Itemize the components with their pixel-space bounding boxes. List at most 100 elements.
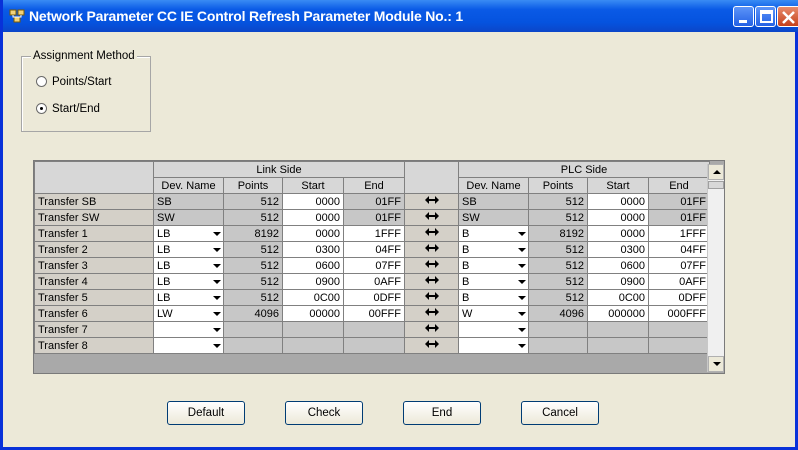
link-start-cell[interactable] [282, 321, 344, 338]
plc-points-cell: 512 [528, 289, 588, 306]
dropdown-arrow-icon[interactable] [518, 296, 526, 300]
plc-end-cell[interactable]: 000FFF [648, 305, 710, 322]
plc-start-cell[interactable]: 0600 [587, 257, 649, 274]
plc-start-cell[interactable]: 0C00 [587, 289, 649, 306]
scroll-thumb[interactable] [708, 181, 724, 189]
cancel-button[interactable]: Cancel [521, 401, 599, 425]
link-end-cell[interactable] [343, 337, 405, 354]
link-dev-name-cell[interactable]: LB [153, 289, 224, 306]
link-end-cell[interactable] [343, 321, 405, 338]
link-end-cell[interactable]: 04FF [343, 241, 405, 258]
plc-start-cell[interactable] [587, 321, 649, 338]
link-start-cell[interactable]: 00000 [282, 305, 344, 322]
radio-points-start-indicator[interactable] [36, 76, 47, 87]
plc-start-cell[interactable]: 0000 [587, 209, 649, 226]
link-dev-name-cell[interactable]: LB [153, 241, 224, 258]
link-dev-name-cell[interactable] [153, 321, 224, 338]
plc-dev-name-cell[interactable]: B [458, 273, 529, 290]
link-start-cell[interactable]: 0600 [282, 257, 344, 274]
plc-dev-name-cell[interactable]: B [458, 257, 529, 274]
plc-end-cell[interactable]: 04FF [648, 241, 710, 258]
link-end-cell[interactable]: 0AFF [343, 273, 405, 290]
plc-dev-name-cell[interactable] [458, 337, 529, 354]
dropdown-arrow-icon[interactable] [213, 312, 221, 316]
default-button[interactable]: Default [167, 401, 245, 425]
dropdown-arrow-icon[interactable] [518, 328, 526, 332]
plc-dev-name-cell[interactable]: B [458, 225, 529, 242]
minimize-icon [739, 20, 747, 23]
plc-dev-name-cell[interactable]: B [458, 289, 529, 306]
title-bar[interactable]: Network Parameter CC IE Control Refresh … [3, 0, 798, 32]
close-button[interactable] [777, 6, 798, 27]
link-dev-name-cell[interactable]: SB [153, 193, 224, 210]
link-start-cell[interactable]: 0000 [282, 209, 344, 226]
dropdown-arrow-icon[interactable] [213, 344, 221, 348]
scroll-up-button[interactable] [708, 164, 724, 180]
radio-start-end-indicator[interactable] [36, 103, 47, 114]
link-dev-name-cell[interactable]: LW [153, 305, 224, 322]
plc-start-cell[interactable]: 0300 [587, 241, 649, 258]
plc-start-cell[interactable]: 0000 [587, 225, 649, 242]
link-start-cell[interactable]: 0C00 [282, 289, 344, 306]
scroll-down-button[interactable] [708, 356, 724, 372]
dropdown-arrow-icon[interactable] [518, 280, 526, 284]
close-icon [782, 11, 795, 24]
dropdown-arrow-icon[interactable] [213, 264, 221, 268]
dropdown-arrow-icon[interactable] [213, 280, 221, 284]
link-points-cell: 512 [223, 241, 283, 258]
plc-start-cell[interactable]: 0900 [587, 273, 649, 290]
table-row: Transfer 8 [34, 337, 710, 354]
dropdown-arrow-icon[interactable] [213, 248, 221, 252]
dropdown-arrow-icon[interactable] [518, 232, 526, 236]
dropdown-arrow-icon[interactable] [518, 264, 526, 268]
bidirectional-arrow-cell [404, 273, 459, 290]
plc-end-cell[interactable]: 07FF [648, 257, 710, 274]
link-start-cell[interactable]: 0900 [282, 273, 344, 290]
link-dev-name-cell[interactable]: SW [153, 209, 224, 226]
plc-dev-name-cell[interactable]: SB [458, 193, 529, 210]
dropdown-arrow-icon[interactable] [518, 248, 526, 252]
dropdown-arrow-icon[interactable] [213, 232, 221, 236]
row-label: Transfer 2 [34, 241, 154, 258]
link-dev-name-cell[interactable]: LB [153, 225, 224, 242]
end-button[interactable]: End [403, 401, 481, 425]
plc-start-cell[interactable]: 0000 [587, 193, 649, 210]
plc-end-cell[interactable]: 0AFF [648, 273, 710, 290]
link-end-cell[interactable]: 1FFF [343, 225, 405, 242]
plc-dev-name-cell[interactable]: B [458, 241, 529, 258]
link-start-cell[interactable] [282, 337, 344, 354]
link-end-cell[interactable]: 0DFF [343, 289, 405, 306]
dropdown-arrow-icon[interactable] [518, 312, 526, 316]
plc-dev-name-cell[interactable]: SW [458, 209, 529, 226]
link-start-cell[interactable]: 0000 [282, 225, 344, 242]
dropdown-arrow-icon[interactable] [518, 344, 526, 348]
link-dev-name-cell[interactable] [153, 337, 224, 354]
table-row: Transfer 4 LB 512 0900 0AFF B 512 0900 0AFF [34, 273, 710, 290]
plc-end-cell[interactable] [648, 337, 710, 354]
bidirectional-arrow-icon [424, 308, 439, 316]
minimize-button[interactable] [733, 6, 754, 27]
plc-dev-name-value: W [462, 307, 473, 320]
plc-end-cell: 01FF [648, 193, 710, 210]
link-start-cell[interactable]: 0300 [282, 241, 344, 258]
plc-start-cell[interactable]: 000000 [587, 305, 649, 322]
plc-dev-name-cell[interactable]: W [458, 305, 529, 322]
plc-start-cell[interactable] [587, 337, 649, 354]
link-end-cell[interactable]: 00FFF [343, 305, 405, 322]
dropdown-arrow-icon[interactable] [213, 296, 221, 300]
maximize-button[interactable] [755, 6, 776, 27]
plc-end-cell[interactable]: 0DFF [648, 289, 710, 306]
plc-points-cell: 512 [528, 209, 588, 226]
dropdown-arrow-icon[interactable] [213, 328, 221, 332]
plc-dev-name-header: Dev. Name [458, 177, 529, 194]
plc-end-cell[interactable] [648, 321, 710, 338]
grid-vertical-scrollbar[interactable] [707, 164, 724, 372]
link-points-cell: 512 [223, 193, 283, 210]
link-dev-name-cell[interactable]: LB [153, 257, 224, 274]
plc-end-cell[interactable]: 1FFF [648, 225, 710, 242]
plc-dev-name-cell[interactable] [458, 321, 529, 338]
link-dev-name-cell[interactable]: LB [153, 273, 224, 290]
link-end-cell[interactable]: 07FF [343, 257, 405, 274]
check-button[interactable]: Check [285, 401, 363, 425]
link-start-cell[interactable]: 0000 [282, 193, 344, 210]
